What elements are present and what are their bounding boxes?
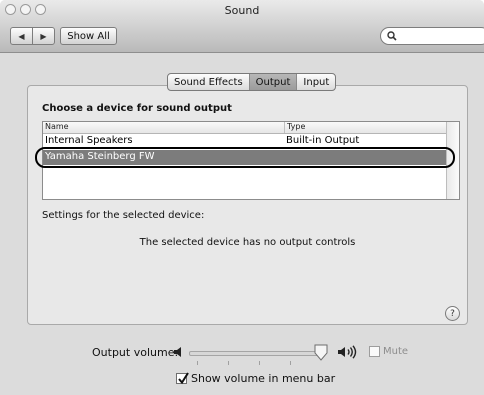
highlight-annotation [35,147,455,168]
table-header: Name Type [43,122,448,134]
slider-tick [228,361,229,365]
tab-output[interactable]: Output [248,74,297,90]
slider-tick [290,361,291,365]
no-output-controls-message: The selected device has no output contro… [139,237,356,248]
window-title: Sound [224,4,260,17]
show-all-button[interactable]: Show All [60,27,117,45]
column-header-name[interactable]: Name [45,122,69,131]
forward-button[interactable]: ▶ [33,28,54,44]
checkmark-icon [178,372,189,385]
device-list-heading: Choose a device for sound output [42,103,232,114]
slider-tick [259,361,260,365]
speaker-low-icon [174,347,181,357]
help-button[interactable]: ? [445,306,460,321]
tab-sound-effects[interactable]: Sound Effects [168,74,249,90]
slider-tick [197,361,198,365]
show-volume-in-menu-bar-checkbox[interactable]: Show volume in menu bar [176,372,335,385]
mute-label: Mute [383,346,409,357]
show-volume-label: Show volume in menu bar [191,372,336,385]
back-button[interactable]: ◀ [11,28,33,44]
sound-preferences-window: Sound ◀ ▶ Show All Sound Effects Output … [0,0,484,395]
mute-checkbox[interactable]: Mute [369,346,408,357]
show-volume-checkbox-box[interactable] [176,372,189,385]
volume-slider-thumb[interactable] [314,344,328,361]
search-icon [387,31,397,41]
mute-checkbox-box[interactable] [369,346,380,357]
output-volume-label: Output volume: [92,346,179,359]
speaker-high-icon [338,345,357,359]
device-type: Built-in Output [286,135,360,146]
sound-tabs: Sound Effects Output Input [167,73,337,91]
column-header-type[interactable]: Type [284,122,305,133]
settings-label: Settings for the selected device: [42,210,205,221]
title-bar: Sound ◀ ▶ Show All [0,0,484,53]
device-name: Internal Speakers [45,135,133,146]
search-field[interactable] [380,27,484,45]
volume-slider-track[interactable] [189,351,323,356]
back-forward-control: ◀ ▶ [10,27,55,45]
tab-input[interactable]: Input [296,74,335,90]
